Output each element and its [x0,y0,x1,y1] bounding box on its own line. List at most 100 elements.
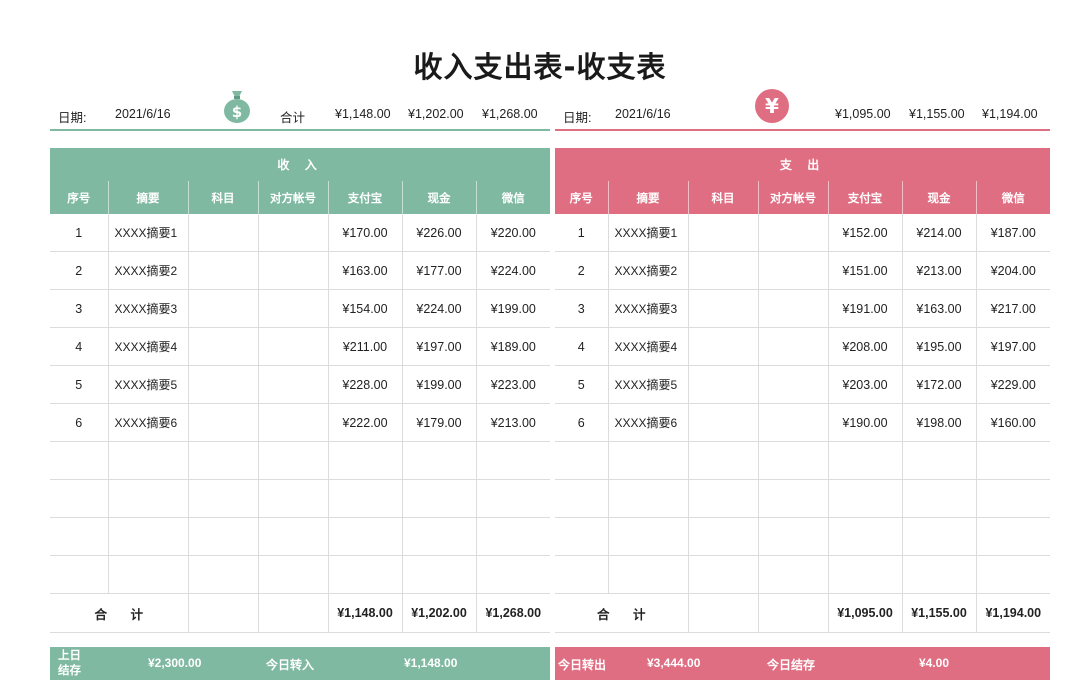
income-cell-alipay: ¥211.00 [328,327,403,366]
income-header-cash: 现金 [402,181,477,214]
money-bag-icon: $ [224,91,250,123]
table-row: 6 XXXX摘要6 ¥222.00 ¥179.00 ¥213.00 [50,403,551,442]
expense-cell-alipay [828,479,903,518]
income-cell-desc [108,517,189,556]
expense-cell-subject [688,555,759,594]
income-panel: 日期: 2021/6/16 $ 合计 ¥1,148.00 ¥1,202.00 ¥… [50,91,550,131]
expense-cell-wechat: ¥229.00 [976,365,1051,404]
income-header-account: 对方帐号 [258,181,329,214]
expense-cell-alipay: ¥190.00 [828,403,903,442]
income-date-label: 日期: [58,111,87,125]
today-in-label: 今日转入 [266,658,315,672]
expense-cell-desc: XXXX摘要6 [608,403,689,442]
income-total-wechat: ¥1,268.00 [482,107,538,121]
income-cell-seq [50,441,109,480]
income-cell-cash: ¥226.00 [402,214,477,252]
expense-total-empty [688,593,759,633]
income-cell-subject [188,289,259,328]
income-header-subject: 科目 [188,181,259,214]
income-cell-cash [402,555,477,594]
table-row: 4 XXXX摘要4 ¥208.00 ¥195.00 ¥197.00 [555,327,1051,366]
expense-cell-wechat: ¥217.00 [976,289,1051,328]
today-in-value: ¥1,148.00 [404,656,458,670]
income-cell-alipay: ¥154.00 [328,289,403,328]
expense-cell-account [758,517,829,556]
income-cell-wechat: ¥189.00 [476,327,551,366]
income-cell-account [258,365,329,404]
income-cell-desc: XXXX摘要1 [108,214,189,252]
expense-cell-alipay [828,517,903,556]
expense-cell-desc [608,517,689,556]
expense-cell-desc [608,441,689,480]
expense-header-account: 对方帐号 [758,181,829,214]
expense-cell-wechat [976,517,1051,556]
expense-divider [555,129,1050,131]
expense-header-desc: 摘要 [608,181,689,214]
yen-glyph: ¥ [765,94,779,118]
income-cell-alipay [328,479,403,518]
income-cell-desc [108,479,189,518]
income-cell-seq: 1 [50,214,109,252]
expense-header-wechat: 微信 [1001,192,1025,205]
income-cell-desc: XXXX摘要5 [108,365,189,404]
income-cell-cash: ¥179.00 [402,403,477,442]
table-row: 4 XXXX摘要4 ¥211.00 ¥197.00 ¥189.00 [50,327,551,366]
income-cell-account [258,441,329,480]
expense-cell-cash [902,441,977,480]
expense-cell-account [758,441,829,480]
income-cell-alipay [328,441,403,480]
expense-cell-desc: XXXX摘要5 [608,365,689,404]
expense-cell-wechat: ¥204.00 [976,251,1051,290]
income-cell-wechat [476,517,551,556]
expense-cell-alipay [828,555,903,594]
expense-total-wechat: ¥1,194.00 [976,593,1051,633]
expense-cell-wechat: ¥160.00 [976,403,1051,442]
table-row [50,517,551,556]
income-cell-subject [188,555,259,594]
table-row: 1 XXXX摘要1 ¥152.00 ¥214.00 ¥187.00 [555,214,1051,252]
income-cell-subject [188,365,259,404]
expense-cell-wechat [976,441,1051,480]
income-total-label: 合计 [280,111,306,125]
expense-cell-cash: ¥195.00 [902,327,977,366]
expense-cell-seq: 3 [555,289,609,328]
table-row: 5 XXXX摘要5 ¥228.00 ¥199.00 ¥223.00 [50,365,551,404]
expense-total-empty [758,593,829,633]
table-row [555,441,1051,480]
income-cell-wechat [476,441,551,480]
income-cell-wechat: ¥213.00 [476,403,551,442]
yen-icon: ¥ [755,89,789,123]
expense-cell-subject [688,517,759,556]
expense-cell-subject [688,441,759,480]
expense-cell-seq: 2 [555,251,609,290]
expense-cell-seq: 5 [555,365,609,404]
expense-cell-alipay [828,441,903,480]
income-cell-seq [50,479,109,518]
expense-cell-alipay: ¥203.00 [828,365,903,404]
income-total-cash: ¥1,202.00 [408,107,464,121]
expense-cell-seq [555,441,609,480]
income-cell-subject [188,327,259,366]
expense-cell-cash [902,517,977,556]
income-cell-seq: 5 [50,365,109,404]
expense-cell-cash [902,479,977,518]
income-cell-desc: XXXX摘要4 [108,327,189,366]
income-cell-account [258,289,329,328]
income-cell-alipay [328,517,403,556]
income-date: 2021/6/16 [115,107,171,121]
expense-total-wechat: ¥1,194.00 [982,107,1038,121]
expense-cell-seq: 6 [555,403,609,442]
expense-cell-desc: XXXX摘要4 [608,327,689,366]
table-row: 2 XXXX摘要2 ¥163.00 ¥177.00 ¥224.00 [50,251,551,290]
prev-balance-value: ¥2,300.00 [148,656,202,670]
income-cell-cash: ¥199.00 [402,365,477,404]
income-cell-subject [188,517,259,556]
expense-cell-wechat [976,555,1051,594]
income-cell-wechat: ¥224.00 [476,251,551,290]
table-row: 1 XXXX摘要1 ¥170.00 ¥226.00 ¥220.00 [50,214,551,252]
income-total-empty [258,593,329,633]
table-row [555,479,1051,518]
income-meta: 日期: 2021/6/16 $ 合计 ¥1,148.00 ¥1,202.00 ¥… [50,91,550,131]
income-cell-subject [188,251,259,290]
expense-cell-alipay: ¥191.00 [828,289,903,328]
